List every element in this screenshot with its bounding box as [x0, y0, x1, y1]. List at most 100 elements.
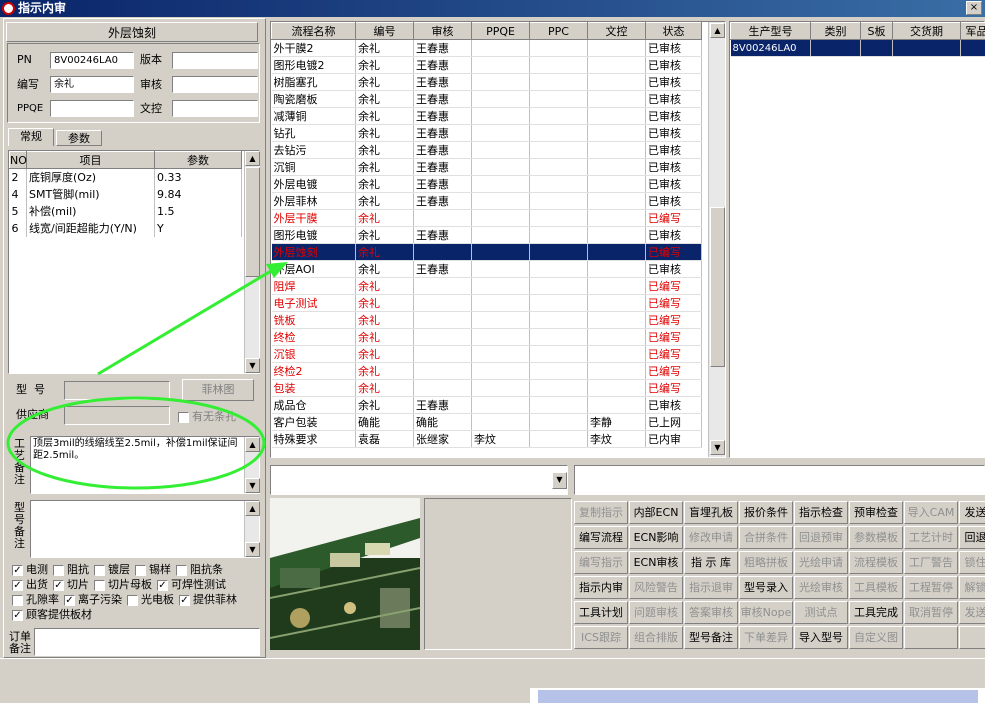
- flow-row[interactable]: 外层蚀刻 余礼 已编写: [271, 243, 702, 261]
- function-button[interactable]: 型号录入: [739, 576, 793, 599]
- flow-row[interactable]: 包装 余礼 已编写: [271, 379, 702, 397]
- function-button[interactable]: ICS跟踪: [574, 626, 628, 649]
- param-header-no[interactable]: NO: [9, 151, 27, 169]
- function-button[interactable]: 解锁: [959, 576, 985, 599]
- flow-row[interactable]: 陶瓷磨板 余礼 王春惠 已审核: [271, 90, 702, 108]
- function-button[interactable]: 修改申请: [684, 526, 738, 549]
- option-checkbox[interactable]: 锡样: [135, 563, 171, 576]
- combo-left[interactable]: ▼: [270, 465, 568, 495]
- function-button[interactable]: 工艺计时: [904, 526, 958, 549]
- flow-row[interactable]: 成品仓 余礼 王春惠 已审核: [271, 396, 702, 414]
- version-field[interactable]: [172, 52, 258, 69]
- model-field[interactable]: [64, 381, 170, 400]
- flow-header[interactable]: 状态: [645, 22, 702, 40]
- window-close-button[interactable]: ×: [966, 1, 982, 15]
- function-button[interactable]: 指 示 库: [684, 551, 738, 574]
- function-button[interactable]: 工具完成: [849, 601, 903, 624]
- flow-row[interactable]: 外层AOI 余礼 王春惠 已审核: [271, 260, 702, 278]
- function-button[interactable]: 预审检查: [849, 501, 903, 524]
- flow-row[interactable]: 终检 余礼 已编写: [271, 328, 702, 346]
- flow-row[interactable]: 外层电镀 余礼 王春惠 已审核: [271, 175, 702, 193]
- flow-row[interactable]: 外层干膜 余礼 已编写: [271, 209, 702, 227]
- flow-row[interactable]: 减薄铜 余礼 王春惠 已审核: [271, 107, 702, 125]
- flow-row[interactable]: 特殊要求 袁磊 张继家 李炆 李炆 已内审: [271, 430, 702, 448]
- function-button[interactable]: 指示检查: [794, 501, 848, 524]
- prod-header[interactable]: 军品: [960, 22, 985, 40]
- flow-row[interactable]: 铣板 余礼 已编写: [271, 311, 702, 329]
- function-button[interactable]: 编写指示: [574, 551, 628, 574]
- function-button[interactable]: [904, 626, 958, 649]
- param-header-item[interactable]: 项目: [26, 151, 155, 169]
- function-button[interactable]: 报价条件: [739, 501, 793, 524]
- param-row[interactable]: 6 线宽/间距超能力(Y/N) Y: [9, 219, 242, 237]
- prod-header[interactable]: 生产型号: [730, 22, 811, 40]
- flow-row[interactable]: 图形电镀2 余礼 王春惠 已审核: [271, 56, 702, 74]
- process-note-input[interactable]: 顶层3mil的线缩线至2.5mil，补偿1mil保证间距2.5mil。 ▲ ▼: [30, 436, 260, 494]
- option-checkbox[interactable]: ✓ 出货: [12, 578, 48, 591]
- option-checkbox[interactable]: ✓ 电测: [12, 563, 48, 576]
- function-button[interactable]: 工程暂停: [904, 576, 958, 599]
- option-checkbox[interactable]: 光电板: [127, 593, 174, 606]
- param-row[interactable]: 2 底铜厚度(Oz) 0.33: [9, 168, 242, 186]
- scroll-down-icon[interactable]: ▼: [245, 358, 260, 373]
- function-button[interactable]: 答案审核: [684, 601, 738, 624]
- note-scrollbar[interactable]: ▲ ▼: [244, 437, 260, 493]
- option-checkbox[interactable]: 镀层: [94, 563, 130, 576]
- function-button[interactable]: ECN审核: [629, 551, 683, 574]
- function-button[interactable]: 光绘审核: [794, 576, 848, 599]
- order-note-input[interactable]: [34, 628, 260, 656]
- film-image-button[interactable]: 菲林图: [182, 379, 254, 401]
- dropdown-arrow-icon[interactable]: ▼: [552, 472, 567, 489]
- option-checkbox[interactable]: 孔隙率: [12, 593, 59, 606]
- flow-row[interactable]: 电子测试 余礼 已编写: [271, 294, 702, 312]
- function-button[interactable]: 自定义图: [849, 626, 903, 649]
- pn-field[interactable]: 8V00246LA0: [50, 52, 134, 69]
- flow-scrollbar[interactable]: ▲ ▼: [708, 22, 725, 457]
- flow-header[interactable]: 审核: [413, 22, 472, 40]
- option-checkbox[interactable]: 切片母板: [94, 578, 152, 591]
- function-button[interactable]: 工具模板: [849, 576, 903, 599]
- function-button[interactable]: 取消暂停: [904, 601, 958, 624]
- function-button[interactable]: 锁住: [959, 551, 985, 574]
- param-row[interactable]: 5 补偿(mil) 1.5: [9, 202, 242, 220]
- function-button[interactable]: 流程模板: [849, 551, 903, 574]
- author-field[interactable]: 余礼: [50, 76, 134, 93]
- flow-row[interactable]: 钻孔 余礼 王春惠 已审核: [271, 124, 702, 142]
- scroll-down-icon[interactable]: ▼: [245, 478, 260, 493]
- review-field[interactable]: [172, 76, 258, 93]
- flow-row[interactable]: 沉铜 余礼 王春惠 已审核: [271, 158, 702, 176]
- tab-general[interactable]: 常规: [8, 128, 54, 146]
- function-button[interactable]: 回退: [959, 526, 985, 549]
- option-checkbox[interactable]: ✓ 提供菲林: [179, 593, 237, 606]
- flow-row[interactable]: 树脂塞孔 余礼 王春惠 已审核: [271, 73, 702, 91]
- scroll-thumb[interactable]: [245, 167, 260, 277]
- function-button[interactable]: 测试点: [794, 601, 848, 624]
- flow-row[interactable]: 去钻污 余礼 王春惠 已审核: [271, 141, 702, 159]
- flow-header[interactable]: 编号: [355, 22, 414, 40]
- scroll-up-icon[interactable]: ▲: [710, 23, 725, 38]
- function-button[interactable]: 风险警告: [629, 576, 683, 599]
- supplier-field[interactable]: [64, 406, 170, 425]
- option-checkbox[interactable]: 阻抗: [53, 563, 89, 576]
- flow-row[interactable]: 外层菲林 余礼 王春惠 已审核: [271, 192, 702, 210]
- slot-hole-checkbox[interactable]: 有无条孔: [178, 408, 236, 424]
- function-button[interactable]: ECN影响: [629, 526, 683, 549]
- function-button[interactable]: 光绘申请: [794, 551, 848, 574]
- param-scrollbar[interactable]: ▲ ▼: [244, 151, 260, 373]
- flow-row[interactable]: 阻焊 余礼 已编写: [271, 277, 702, 295]
- option-checkbox[interactable]: ✓ 切片: [53, 578, 89, 591]
- option-checkbox[interactable]: ✓ 离子污染: [64, 593, 122, 606]
- function-button[interactable]: 组合排版: [629, 626, 683, 649]
- function-button[interactable]: 工具计划: [574, 601, 628, 624]
- scroll-up-icon[interactable]: ▲: [245, 437, 260, 452]
- combo-right[interactable]: [574, 465, 985, 495]
- function-button[interactable]: 盲埋孔板: [684, 501, 738, 524]
- param-row[interactable]: 4 SMT管脚(mil) 9.84: [9, 185, 242, 203]
- prod-header[interactable]: 类别: [810, 22, 861, 40]
- function-button[interactable]: 问题审核: [629, 601, 683, 624]
- scroll-up-icon[interactable]: ▲: [245, 501, 260, 516]
- flow-row[interactable]: 沉银 余礼 已编写: [271, 345, 702, 363]
- function-button[interactable]: 工厂警告: [904, 551, 958, 574]
- function-button[interactable]: 指示退审: [684, 576, 738, 599]
- prod-header[interactable]: S板: [860, 22, 893, 40]
